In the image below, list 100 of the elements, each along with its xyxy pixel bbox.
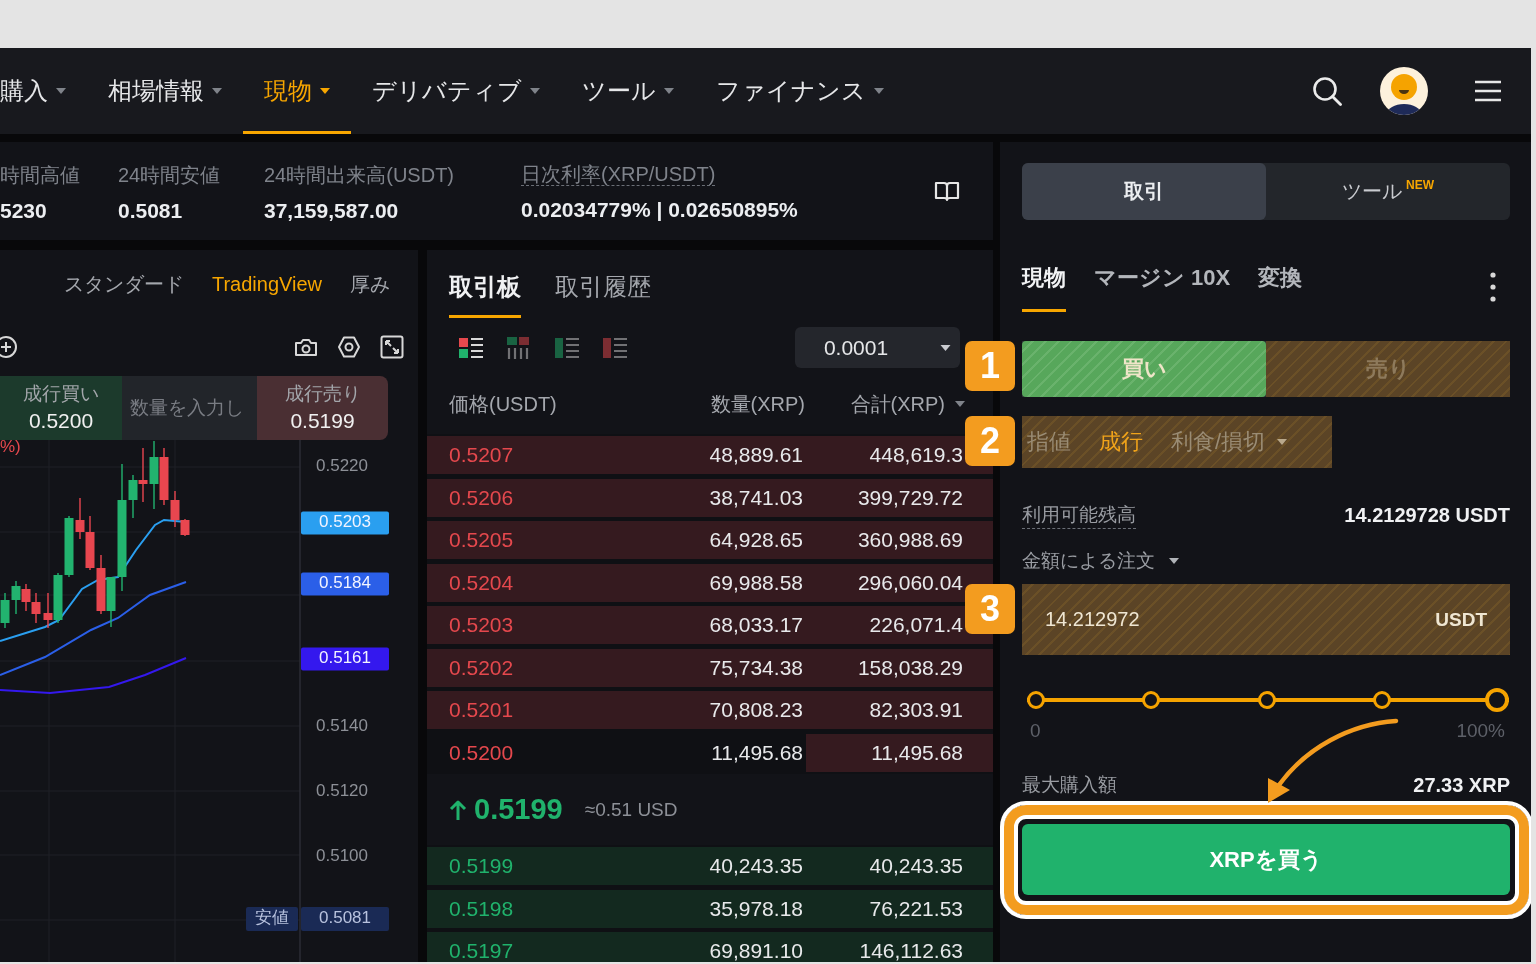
- caret-icon: [530, 88, 540, 94]
- order-type-tab[interactable]: 成行: [1099, 427, 1143, 457]
- bid-price: 0.5197: [449, 939, 515, 962]
- chart-view-tab[interactable]: スタンダード: [63, 270, 184, 298]
- stat-label: 時間高値: [0, 163, 80, 187]
- avatar-icon[interactable]: [1380, 67, 1428, 115]
- price-axis-label: 0.5100: [316, 846, 368, 866]
- currency-unit: USDT: [1435, 608, 1487, 631]
- candle: [11, 580, 21, 615]
- candle: [96, 554, 106, 615]
- nav-menu-item[interactable]: ツール: [561, 48, 695, 134]
- mode-tab[interactable]: ツール $^{NEW}$: [1266, 163, 1510, 220]
- order-mode-dropdown[interactable]: 金額による注文: [1022, 549, 1179, 573]
- order-total: 76,221.53: [868, 896, 963, 921]
- step-badge: 2: [965, 416, 1015, 466]
- candle: [85, 515, 95, 571]
- split-book-icon[interactable]: [459, 336, 483, 359]
- order-amount: 69,891.10: [708, 939, 803, 962]
- market-buy-button[interactable]: 成行買い 0.5200: [0, 376, 122, 440]
- order-total: 296,060.04: [856, 570, 963, 595]
- price-axis-label: 0.5120: [316, 781, 368, 801]
- market-sell-button[interactable]: 成行売り 0.5199: [257, 376, 388, 440]
- fullscreen-icon[interactable]: [380, 335, 404, 359]
- order-amount: 68,033.17: [708, 613, 803, 638]
- caret-icon: [1277, 439, 1288, 445]
- nav-menu-item[interactable]: デリバティブ: [351, 48, 561, 134]
- candle: [0, 592, 10, 629]
- column-book-icon[interactable]: [507, 336, 531, 359]
- slider-step[interactable]: [1372, 691, 1391, 709]
- candle: [138, 447, 148, 503]
- asks-book-icon[interactable]: [603, 336, 627, 359]
- slider-step[interactable]: [1027, 691, 1045, 709]
- last-price: 0.5199: [474, 793, 563, 826]
- trade-type-tab[interactable]: 現物: [1022, 255, 1066, 312]
- caret-icon: [320, 88, 330, 94]
- caret-icon[interactable]: [955, 401, 965, 407]
- nav-menu-item[interactable]: 相場情報: [87, 48, 243, 134]
- price-tag: 0.5161: [301, 647, 389, 671]
- price-axis-label: 0.5140: [316, 716, 368, 736]
- slider-max-label: 100%: [1456, 720, 1505, 742]
- stat-value: 37,159,587.00: [264, 199, 399, 223]
- add-icon[interactable]: [0, 335, 18, 359]
- menu-icon[interactable]: [1475, 80, 1501, 102]
- ask-price: 0.5207: [449, 443, 515, 468]
- order-amount: 70,808.23: [708, 698, 803, 723]
- mode-tab[interactable]: 取引: [1022, 163, 1266, 220]
- bids-book-icon[interactable]: [555, 336, 579, 359]
- low-price-tag: 0.5081: [301, 907, 389, 931]
- caret-icon: [874, 88, 884, 94]
- order-total: 226,071.4: [868, 613, 963, 638]
- order-total: 360,988.69: [856, 528, 963, 553]
- order-total: 158,038.29: [856, 655, 963, 680]
- order-amount: 48,889.61: [708, 443, 803, 468]
- caret-icon: [1169, 558, 1179, 564]
- balance-label: 利用可能残高: [1022, 501, 1136, 529]
- chart-view-tab[interactable]: 厚み: [350, 270, 390, 298]
- order-amount: 35,978.18: [708, 896, 803, 921]
- order-amount: 75,734.38: [708, 655, 803, 680]
- slider-step[interactable]: [1142, 691, 1161, 709]
- nav-menu-item[interactable]: 現物: [243, 48, 351, 134]
- order-amount: 40,243.35: [708, 854, 803, 879]
- order-book-tab[interactable]: 取引履歴: [555, 263, 651, 318]
- candle: [21, 583, 31, 612]
- balance-value: 14.2129728 USDT: [1344, 503, 1510, 527]
- precision-dropdown[interactable]: 0.0001: [795, 327, 960, 368]
- column-header: 価格(USDT): [449, 391, 558, 417]
- max-buy-value: 27.33 XRP: [1413, 773, 1510, 797]
- trade-type-tab[interactable]: 変換: [1258, 255, 1303, 312]
- nav-menu-item[interactable]: ファイナンス: [695, 48, 905, 134]
- chart-view-tab[interactable]: TradingView: [211, 272, 322, 296]
- price-tag: 0.5184: [301, 572, 389, 596]
- new-label: NEW: [1406, 178, 1434, 192]
- more-options-icon[interactable]: [1490, 272, 1496, 302]
- stat-value: 0.02034779% | 0.02650895%: [521, 198, 798, 222]
- price-axis-label: 0.5220: [316, 456, 368, 476]
- ask-price: 0.5205: [449, 528, 515, 553]
- slider-step[interactable]: [1257, 691, 1276, 709]
- ask-price: 0.5201: [449, 698, 515, 723]
- order-total: 146,112.63: [858, 939, 963, 962]
- ask-price: 0.5204: [449, 570, 515, 595]
- order-book-tab[interactable]: 取引板: [449, 263, 521, 318]
- nav-menu-item[interactable]: 購入: [0, 48, 87, 134]
- candle: [43, 592, 53, 629]
- caret-icon: [56, 88, 66, 94]
- quantity-input[interactable]: 数量を入力し: [122, 376, 257, 440]
- usd-equivalent: ≈0.51 USD: [584, 798, 678, 821]
- order-amount: 69,988.58: [708, 570, 803, 595]
- amount-input[interactable]: 14.212972 USDT: [1022, 584, 1510, 655]
- candle: [31, 592, 41, 624]
- column-header: 合計(XRP): [850, 391, 945, 417]
- bid-price: 0.5199: [449, 854, 515, 879]
- search-icon[interactable]: [1312, 76, 1342, 106]
- ask-price: 0.5203: [449, 613, 515, 638]
- slider-thumb[interactable]: [1485, 688, 1509, 712]
- column-header: 数量(XRP): [709, 391, 805, 417]
- order-amount: 11,495.68: [710, 740, 803, 765]
- trade-type-tab[interactable]: マージン 10X: [1094, 255, 1231, 312]
- book-icon[interactable]: [934, 180, 960, 202]
- settings-icon[interactable]: [337, 335, 361, 359]
- step-badge: 1: [965, 341, 1015, 391]
